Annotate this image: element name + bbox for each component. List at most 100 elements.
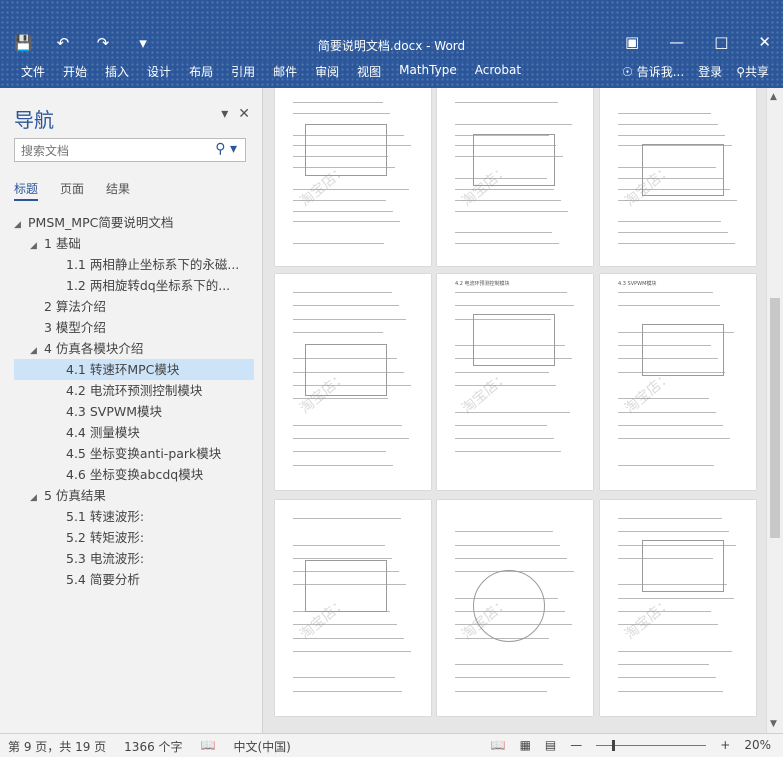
collapse-icon[interactable]: ◢ [30,488,44,509]
tab-headings[interactable]: 标题 [14,180,39,201]
zoom-thumb[interactable] [612,739,616,751]
text-line [455,664,563,666]
page-thumbnail[interactable]: 淘宝店： [600,88,756,266]
ribbon-display-icon[interactable]: ▣ [625,33,639,51]
nav-heading-item[interactable]: 1.1 两相静止坐标系下的永磁... [14,254,254,275]
page-thumbnail[interactable]: 淘宝店： [275,500,431,716]
tab-mathtype[interactable]: MathType [390,63,466,85]
page-thumbnail[interactable]: 淘宝店： [437,88,593,266]
restore-icon[interactable]: □ [714,33,728,51]
collapse-icon[interactable]: ◢ [30,341,44,362]
text-line [618,424,723,426]
page-thumbnail[interactable]: 淘宝店： [275,274,431,490]
tab-file[interactable]: 文件 [12,63,54,85]
tab-view[interactable]: 视图 [348,63,390,85]
nav-heading-item[interactable]: 2 算法介绍 [14,296,254,317]
page-thumbnail[interactable]: 淘宝店： [275,88,431,266]
scroll-down-icon[interactable]: ▼ [770,719,777,729]
nav-heading-item[interactable]: ◢ PMSM_MPC简要说明文档 [14,212,254,233]
tab-home[interactable]: 开始 [54,63,96,85]
text-line [455,557,567,559]
nav-heading-item[interactable]: 4.4 测量模块 [14,422,254,443]
page-thumbnail[interactable]: 淘宝店： [600,500,756,716]
page-thumbnail[interactable]: 4.2 电流环预测控制模块 淘宝店： [437,274,593,490]
collapse-icon[interactable]: ◢ [30,236,44,257]
text-line [293,677,395,679]
document-area[interactable]: 淘宝店： 淘宝店： 淘宝店： 淘宝店： 4.2 电流环预测控制模块 淘宝店： 4.3 SVP… [263,88,766,733]
minimize-icon[interactable]: — [669,33,684,51]
login-button[interactable]: 登录 [698,63,722,80]
nav-heading-label: 4.2 电流环预测控制模块 [66,383,203,398]
nav-heading-label: 5.4 简要分析 [66,572,140,587]
nav-heading-item[interactable]: 5.4 简要分析 [14,569,254,590]
nav-pane-options-icon[interactable]: ▾ [221,106,228,122]
print-layout-icon[interactable]: ▦ [520,738,531,752]
nav-heading-item[interactable]: 5.3 电流波形: [14,548,254,569]
page-thumbnail[interactable]: 4.3 SVPWM模块 淘宝店： [600,274,756,490]
nav-heading-label: 5.3 电流波形: [66,551,145,566]
vertical-scrollbar[interactable]: ▲ ▼ [766,88,783,733]
nav-heading-label: 4.1 转速环MPC模块 [66,362,180,377]
search-icon[interactable]: ⚲ ▾ [215,141,237,157]
page-heading: 4.3 SVPWM模块 [618,281,657,287]
page-thumbnail[interactable]: 淘宝店： [437,500,593,716]
language[interactable]: 中文(中国) [233,738,290,755]
nav-pane-close-icon[interactable]: ✕ [238,106,250,122]
text-line [618,123,718,125]
text-line [455,243,559,245]
tell-me-box[interactable]: ☉ 告诉我... [622,63,684,80]
watermark: 淘宝店： [622,594,676,643]
nav-heading-item[interactable]: 4.3 SVPWM模块 [14,401,254,422]
nav-heading-item[interactable]: 5.2 转矩波形: [14,527,254,548]
nav-search-box: ⚲ ▾ [14,138,246,162]
close-icon[interactable]: ✕ [758,33,771,51]
share-button[interactable]: ⚲共享 [736,63,769,80]
tab-results[interactable]: 结果 [106,180,130,201]
word-count[interactable]: 1366 个字 [124,738,182,755]
zoom-level[interactable]: 20% [744,738,771,752]
zoom-in-icon[interactable]: + [720,738,730,752]
title-bar: 💾 ↶ ↷ ▾ 简要说明文档.docx - Word ▣ — □ ✕ [0,0,783,62]
tab-layout[interactable]: 布局 [180,63,222,85]
nav-search-input[interactable] [19,140,213,162]
tab-insert[interactable]: 插入 [96,63,138,85]
scroll-up-icon[interactable]: ▲ [770,92,777,102]
tab-review[interactable]: 审阅 [306,63,348,85]
tab-references[interactable]: 引用 [222,63,264,85]
nav-heading-label: 4.3 SVPWM模块 [66,404,163,419]
tell-me-label: 告诉我... [636,65,685,79]
tab-acrobat[interactable]: Acrobat [466,63,530,85]
read-mode-icon[interactable]: 📖 [491,738,506,752]
text-line [455,292,567,293]
text-line [455,424,547,426]
nav-heading-item[interactable]: ◢ 5 仿真结果 [14,485,254,506]
nav-heading-item[interactable]: 4.5 坐标变换anti-park模块 [14,443,254,464]
nav-heading-item[interactable]: ◢ 1 基础 [14,233,254,254]
nav-heading-item[interactable]: 4.1 转速环MPC模块 [14,359,254,380]
text-line [455,690,547,692]
nav-heading-item[interactable]: 1.2 两相旋转dq坐标系下的... [14,275,254,296]
nav-heading-item[interactable]: 4.2 电流环预测控制模块 [14,380,254,401]
nav-heading-item[interactable]: 3 模型介绍 [14,317,254,338]
scroll-thumb[interactable] [770,298,780,538]
nav-heading-label: 1.1 两相静止坐标系下的永磁... [66,257,240,272]
text-line [293,318,406,320]
proofing-icon[interactable]: 📖 [201,738,216,755]
nav-heading-item[interactable]: 4.6 坐标变换abcdq模块 [14,464,254,485]
text-line [293,557,392,559]
page-count[interactable]: 第 9 页，共 19 页 [8,738,106,755]
zoom-slider[interactable] [596,739,707,751]
tab-design[interactable]: 设计 [138,63,180,85]
web-layout-icon[interactable]: ▤ [545,738,556,752]
tab-pages[interactable]: 页面 [60,180,84,201]
text-line [293,292,392,293]
nav-heading-item[interactable]: ◢ 4 仿真各模块介绍 [14,338,254,359]
text-line [293,464,393,466]
nav-heading-label: 4.5 坐标变换anti-park模块 [66,446,222,461]
collapse-icon[interactable]: ◢ [14,215,28,236]
zoom-out-icon[interactable]: — [570,738,582,752]
nav-heading-item[interactable]: 5.1 转速波形: [14,506,254,527]
tab-mailings[interactable]: 邮件 [264,63,306,85]
text-line [618,112,711,114]
text-line [293,518,401,519]
